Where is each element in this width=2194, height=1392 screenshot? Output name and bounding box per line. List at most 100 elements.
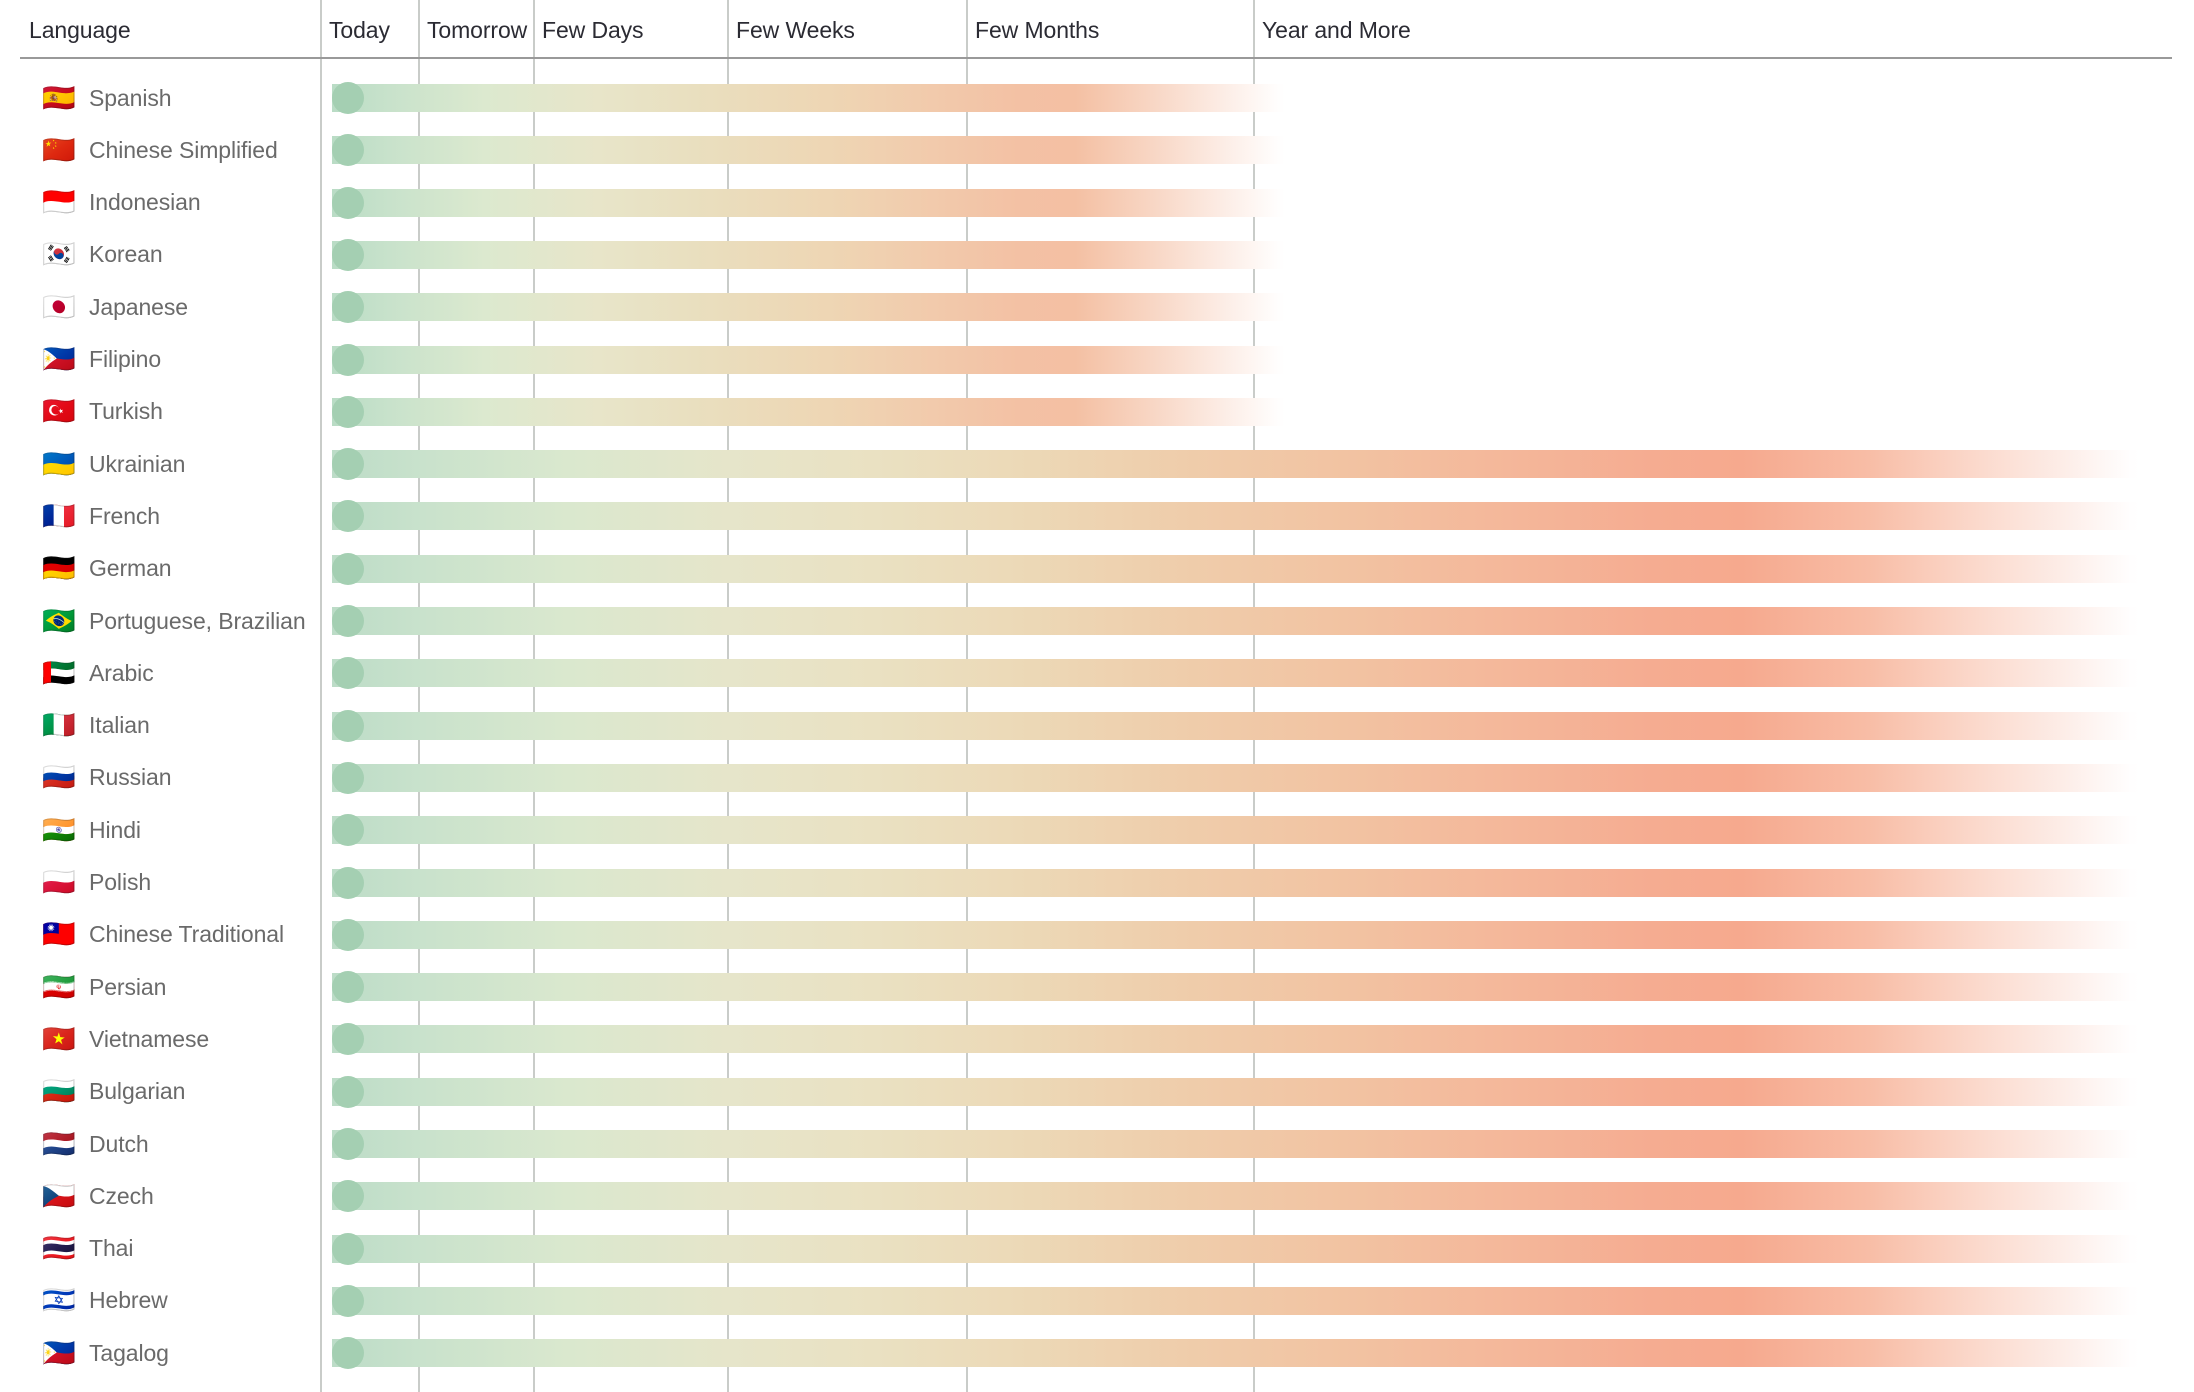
bar-start-knob[interactable] (332, 814, 364, 847)
bar-start-knob[interactable] (332, 238, 364, 271)
bar-start-knob[interactable] (332, 1337, 364, 1370)
language-name: Chinese Traditional (89, 921, 284, 948)
bar-start-knob[interactable] (332, 291, 364, 324)
bar-start-knob[interactable] (332, 343, 364, 376)
language-name: Hindi (89, 816, 141, 843)
row-label-group: 🇮🇳 Hindi (42, 804, 141, 856)
language-name: Indonesian (89, 189, 201, 216)
bar-start-knob[interactable] (332, 918, 364, 951)
flag-brazil-icon: 🇧🇷 (42, 605, 76, 637)
bar-start-knob[interactable] (332, 605, 364, 637)
duration-bar (332, 84, 1285, 112)
row-label-group: 🇵🇭 Filipino (42, 334, 161, 386)
bar-start-knob[interactable] (332, 709, 364, 742)
language-name: Czech (89, 1182, 154, 1209)
table-row[interactable]: 🇮🇱 Hebrew (0, 1275, 2194, 1327)
language-name: Ukrainian (89, 450, 186, 477)
duration-bar (332, 1339, 2140, 1368)
row-label-group: 🇻🇳 Vietnamese (42, 1013, 209, 1065)
language-name: Dutch (89, 1130, 149, 1157)
table-row[interactable]: 🇩🇪 German (0, 543, 2194, 595)
flag-germany-icon: 🇩🇪 (42, 553, 76, 585)
flag-china-icon: 🇨🇳 (42, 134, 76, 166)
flag-india-icon: 🇮🇳 (42, 814, 76, 846)
table-row[interactable]: 🇵🇱 Polish (0, 857, 2194, 909)
table-row[interactable]: 🇮🇹 Italian (0, 700, 2194, 752)
language-name: German (89, 555, 172, 582)
table-row[interactable]: 🇫🇷 French (0, 490, 2194, 542)
bar-start-knob[interactable] (332, 448, 364, 481)
table-row[interactable]: 🇳🇱 Dutch (0, 1118, 2194, 1170)
duration-bar (332, 502, 2140, 531)
row-label-group: 🇰🇷 Korean (42, 229, 162, 281)
flag-philippines-icon: 🇵🇭 (42, 1337, 76, 1369)
duration-bar (332, 1130, 2140, 1158)
language-timeline-chart: Language Today Tomorrow Few Days Few Weeks Fe… (0, 0, 2194, 1392)
duration-bar (332, 711, 2140, 740)
duration-bar (332, 763, 2140, 792)
table-row[interactable]: 🇮🇳 Hindi (0, 804, 2194, 856)
flag-france-icon: 🇫🇷 (42, 500, 76, 532)
table-row[interactable]: 🇹🇷 Turkish (0, 386, 2194, 438)
flag-israel-icon: 🇮🇱 (42, 1285, 76, 1317)
row-label-group: 🇩🇪 German (42, 543, 171, 595)
bar-start-knob[interactable] (332, 1128, 364, 1160)
duration-bar (332, 659, 2140, 688)
duration-bar (332, 973, 2140, 1002)
row-label-group: 🇪🇸 Spanish (42, 72, 171, 124)
table-row[interactable]: 🇦🇪 Arabic (0, 647, 2194, 699)
table-row[interactable]: 🇨🇿 Czech (0, 1170, 2194, 1222)
flag-poland-icon: 🇵🇱 (42, 867, 76, 898)
bar-start-knob[interactable] (332, 1075, 364, 1108)
table-row[interactable]: 🇪🇸 Spanish (0, 72, 2194, 124)
table-row[interactable]: 🇵🇭 Filipino (0, 334, 2194, 386)
table-row[interactable]: 🇹🇼 Chinese Traditional (0, 909, 2194, 961)
table-row[interactable]: 🇧🇷 Portuguese, Brazilian (0, 595, 2194, 647)
table-row[interactable]: 🇮🇷 Persian (0, 961, 2194, 1013)
bar-start-knob[interactable] (332, 1284, 364, 1317)
flag-south-korea-icon: 🇰🇷 (42, 239, 76, 271)
bar-start-knob[interactable] (332, 971, 364, 1004)
flag-turkey-icon: 🇹🇷 (42, 396, 76, 428)
flag-uae-icon: 🇦🇪 (42, 657, 76, 689)
table-row[interactable]: 🇵🇭 Tagalog (0, 1327, 2194, 1379)
bar-start-knob[interactable] (332, 82, 364, 114)
duration-bar (332, 397, 1285, 426)
bar-start-knob[interactable] (332, 866, 364, 899)
language-name: Vietnamese (89, 1025, 210, 1052)
language-name: Persian (89, 973, 167, 1000)
row-label-group: 🇧🇬 Bulgarian (42, 1066, 185, 1118)
table-row[interactable]: 🇰🇷 Korean (0, 229, 2194, 281)
table-row[interactable]: 🇯🇵 Japanese (0, 281, 2194, 333)
bar-start-knob[interactable] (332, 395, 364, 428)
table-row[interactable]: 🇨🇳 Chinese Simplified (0, 124, 2194, 176)
duration-bar (332, 293, 1285, 322)
table-row[interactable]: 🇷🇺 Russian (0, 752, 2194, 804)
duration-bar (332, 345, 1285, 374)
row-label-group: 🇺🇦 Ukrainian (42, 438, 185, 490)
duration-bar (332, 920, 2140, 949)
table-row[interactable]: 🇹🇭 Thai (0, 1223, 2194, 1275)
bar-start-knob[interactable] (332, 186, 364, 219)
row-label-group: 🇨🇿 Czech (42, 1170, 154, 1222)
row-label-group: 🇳🇱 Dutch (42, 1118, 149, 1170)
language-name: Hebrew (89, 1287, 168, 1314)
language-name: Spanish (89, 84, 172, 111)
table-row[interactable]: 🇧🇬 Bulgarian (0, 1066, 2194, 1118)
flag-philippines-icon: 🇵🇭 (42, 344, 76, 375)
table-row[interactable]: 🇺🇦 Ukrainian (0, 438, 2194, 490)
language-name: Bulgarian (89, 1078, 186, 1105)
language-name: Italian (89, 712, 150, 739)
bar-start-knob[interactable] (332, 761, 364, 794)
duration-bar (332, 1182, 2140, 1211)
bar-start-knob[interactable] (332, 552, 364, 585)
row-label-group: 🇨🇳 Chinese Simplified (42, 124, 278, 176)
table-row[interactable]: 🇻🇳 Vietnamese (0, 1013, 2194, 1065)
bar-start-knob[interactable] (332, 1232, 364, 1265)
duration-bar (332, 450, 2140, 479)
flag-italy-icon: 🇮🇹 (42, 710, 76, 742)
flag-vietnam-icon: 🇻🇳 (42, 1023, 76, 1055)
table-row[interactable]: 🇮🇩 Indonesian (0, 177, 2194, 229)
row-label-group: 🇮🇱 Hebrew (42, 1275, 168, 1327)
language-name: Portuguese, Brazilian (89, 607, 306, 634)
